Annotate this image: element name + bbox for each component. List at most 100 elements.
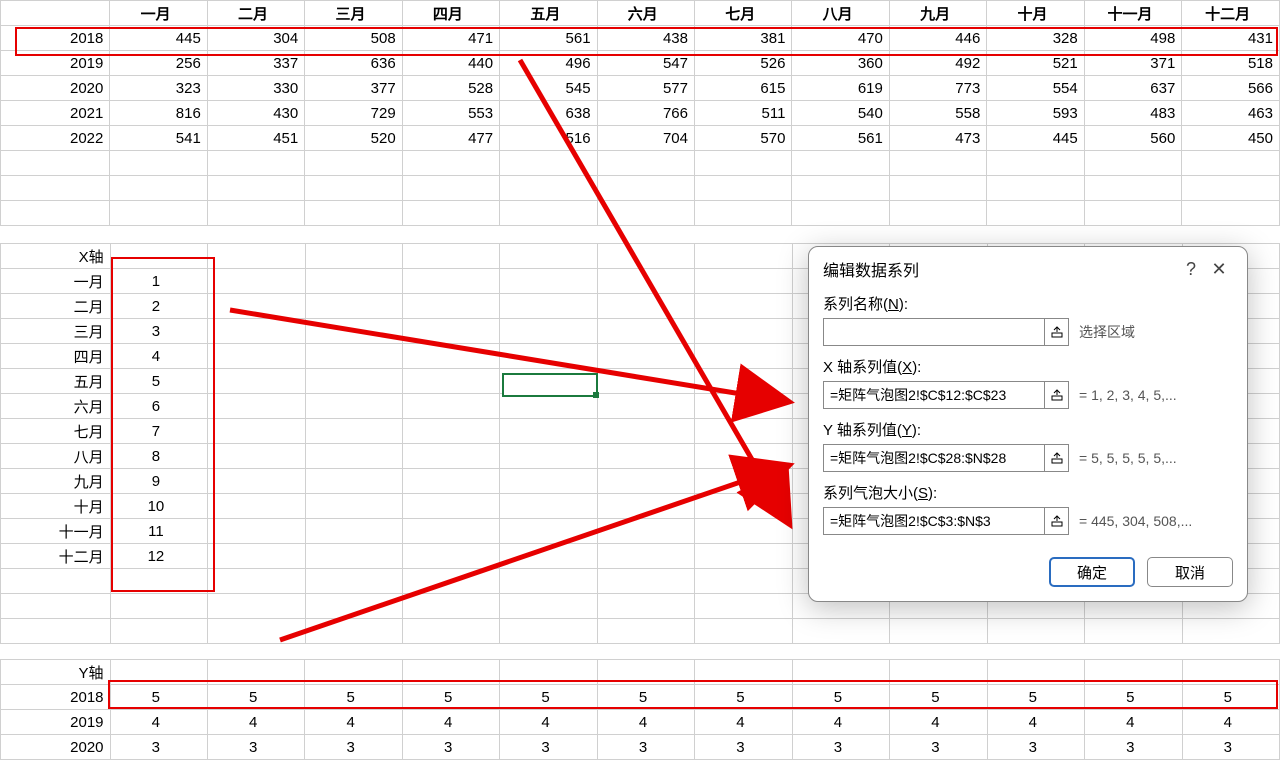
cell[interactable]: 5 — [987, 685, 1084, 710]
cell[interactable]: 638 — [500, 101, 597, 126]
cell[interactable]: 4 — [305, 710, 402, 735]
cell[interactable]: 5 — [500, 685, 597, 710]
month-label[interactable]: 八月 — [1, 444, 111, 469]
close-button[interactable]: ✕ — [1205, 259, 1233, 280]
cell[interactable]: 10 — [110, 494, 208, 519]
cell[interactable]: 4 — [792, 710, 889, 735]
cell[interactable]: 3 — [792, 735, 889, 760]
col-header[interactable]: 七月 — [694, 1, 791, 26]
cell[interactable]: 473 — [889, 126, 986, 151]
month-label[interactable]: 五月 — [1, 369, 111, 394]
cell[interactable]: 3 — [402, 735, 499, 760]
cell[interactable]: 8 — [110, 444, 208, 469]
cell[interactable]: 4 — [597, 710, 694, 735]
month-label[interactable]: 六月 — [1, 394, 111, 419]
month-label[interactable]: 十月 — [1, 494, 111, 519]
cell[interactable]: 11 — [110, 519, 208, 544]
cell[interactable]: 3 — [890, 735, 987, 760]
cell[interactable]: 526 — [694, 51, 791, 76]
cell[interactable]: 445 — [987, 126, 1084, 151]
month-label[interactable]: 三月 — [1, 319, 111, 344]
cell[interactable]: 766 — [597, 101, 694, 126]
col-header[interactable]: 四月 — [402, 1, 499, 26]
cell[interactable]: 4 — [987, 710, 1084, 735]
cell[interactable]: 3 — [1182, 735, 1279, 760]
col-header[interactable]: 十月 — [987, 1, 1084, 26]
cell[interactable]: 3 — [110, 319, 208, 344]
cell[interactable]: 4 — [1085, 710, 1182, 735]
cell[interactable]: 558 — [889, 101, 986, 126]
month-label[interactable]: 十一月 — [1, 519, 111, 544]
cell[interactable]: 431 — [1182, 26, 1280, 51]
col-header[interactable]: 六月 — [597, 1, 694, 26]
cell[interactable]: 561 — [792, 126, 889, 151]
cell[interactable]: 323 — [110, 76, 207, 101]
cell[interactable]: 483 — [1084, 101, 1182, 126]
cell[interactable]: 451 — [207, 126, 304, 151]
y-values-input[interactable] — [824, 445, 1044, 471]
cell[interactable]: 4 — [1182, 710, 1279, 735]
cell[interactable]: 5 — [207, 685, 304, 710]
cell[interactable]: 463 — [1182, 101, 1280, 126]
cell[interactable]: 438 — [597, 26, 694, 51]
cell[interactable]: 360 — [792, 51, 889, 76]
cell[interactable]: 3 — [305, 735, 402, 760]
cell[interactable]: 5 — [402, 685, 499, 710]
cell[interactable]: 570 — [694, 126, 791, 151]
cell[interactable]: 5 — [305, 685, 402, 710]
cell[interactable]: 330 — [207, 76, 304, 101]
range-picker-icon[interactable] — [1044, 382, 1068, 408]
cell[interactable]: 477 — [402, 126, 499, 151]
cell[interactable]: 545 — [500, 76, 597, 101]
cell[interactable]: 773 — [889, 76, 986, 101]
month-label[interactable]: 二月 — [1, 294, 111, 319]
cell[interactable]: 4 — [890, 710, 987, 735]
ok-button[interactable]: 确定 — [1049, 557, 1135, 587]
cell[interactable]: 541 — [110, 126, 207, 151]
cell[interactable]: 381 — [694, 26, 791, 51]
cell[interactable]: 3 — [987, 735, 1084, 760]
cell[interactable]: 7 — [110, 419, 208, 444]
help-button[interactable]: ? — [1177, 259, 1205, 280]
cell[interactable]: 577 — [597, 76, 694, 101]
cell[interactable]: 304 — [207, 26, 304, 51]
month-label[interactable]: 四月 — [1, 344, 111, 369]
cell[interactable]: 470 — [792, 26, 889, 51]
cell[interactable]: 704 — [597, 126, 694, 151]
row-header[interactable]: 2020 — [1, 76, 110, 101]
cell[interactable]: 5 — [695, 685, 792, 710]
month-label[interactable]: 十二月 — [1, 544, 111, 569]
cell[interactable]: 508 — [305, 26, 402, 51]
cell[interactable]: 5 — [1182, 685, 1279, 710]
cell[interactable]: 547 — [597, 51, 694, 76]
row-header[interactable]: 2018 — [1, 685, 111, 710]
cell[interactable]: 4 — [110, 344, 208, 369]
cell[interactable]: 521 — [987, 51, 1084, 76]
cell[interactable]: 511 — [694, 101, 791, 126]
col-header[interactable]: 十二月 — [1182, 1, 1280, 26]
range-picker-icon[interactable] — [1044, 319, 1068, 345]
row-header[interactable]: 2020 — [1, 735, 111, 760]
cell[interactable]: 637 — [1084, 76, 1182, 101]
cell[interactable]: 4 — [500, 710, 597, 735]
col-header[interactable]: 一月 — [110, 1, 207, 26]
cell[interactable]: 520 — [305, 126, 402, 151]
active-cell[interactable] — [502, 373, 598, 397]
cell[interactable]: 4 — [207, 710, 304, 735]
cell[interactable]: 5 — [1085, 685, 1182, 710]
cell[interactable]: 5 — [792, 685, 889, 710]
cell[interactable]: 553 — [402, 101, 499, 126]
cell[interactable]: 5 — [890, 685, 987, 710]
cell[interactable]: 498 — [1084, 26, 1182, 51]
col-header[interactable]: 八月 — [792, 1, 889, 26]
row-header[interactable]: 2019 — [1, 51, 110, 76]
cell[interactable]: 12 — [110, 544, 208, 569]
col-header[interactable]: 十一月 — [1084, 1, 1182, 26]
cell[interactable]: 4 — [402, 710, 499, 735]
cell[interactable]: 377 — [305, 76, 402, 101]
cell[interactable]: 593 — [987, 101, 1084, 126]
cell[interactable]: 496 — [500, 51, 597, 76]
cell[interactable]: 4 — [110, 710, 207, 735]
cell[interactable]: 528 — [402, 76, 499, 101]
row-header[interactable]: 2022 — [1, 126, 110, 151]
